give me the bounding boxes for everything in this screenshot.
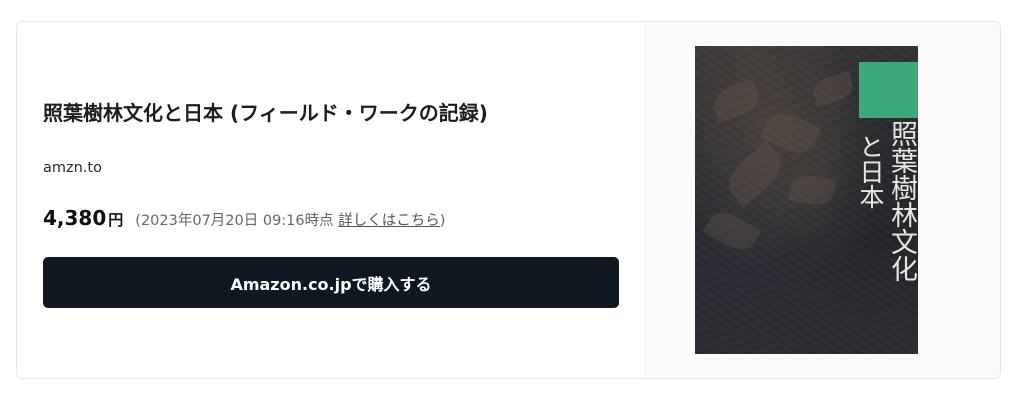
book-cover-image[interactable]: 照葉樹林文化 と日本 — [695, 46, 918, 354]
cover-leaf-pattern — [709, 79, 763, 123]
price-timestamp-note: (2023年07月20日 09:16時点 詳しくはこちら) — [135, 209, 445, 230]
product-domain: amzn.to — [43, 160, 102, 176]
details-link[interactable]: 詳しくはこちら — [338, 213, 440, 229]
price-note-suffix: ) — [439, 213, 446, 229]
price-note-prefix: (2023年07月20日 09:16時点 — [135, 213, 339, 229]
product-info: 照葉樹林文化と日本 (フィールド・ワークの記録) amzn.to 4,380 円… — [17, 22, 645, 378]
product-title[interactable]: 照葉樹林文化と日本 (フィールド・ワークの記録) — [43, 98, 633, 128]
cover-title-line1: 照葉樹林文化 — [886, 120, 917, 282]
cover-leaf-pattern — [702, 205, 762, 257]
price-currency: 円 — [108, 211, 124, 229]
price-value: 4,380 — [43, 206, 107, 230]
price-row: 4,380 円 (2023年07月20日 09:16時点 詳しくはこちら) — [43, 206, 445, 238]
cover-title-line2: と日本 — [856, 134, 885, 209]
cover-leaf-pattern — [720, 140, 790, 208]
cover-leaf-pattern — [810, 71, 856, 107]
cover-leaf-pattern — [787, 172, 837, 208]
cover-green-block — [859, 62, 918, 118]
buy-on-amazon-button[interactable]: Amazon.co.jpで購入する — [43, 257, 619, 308]
